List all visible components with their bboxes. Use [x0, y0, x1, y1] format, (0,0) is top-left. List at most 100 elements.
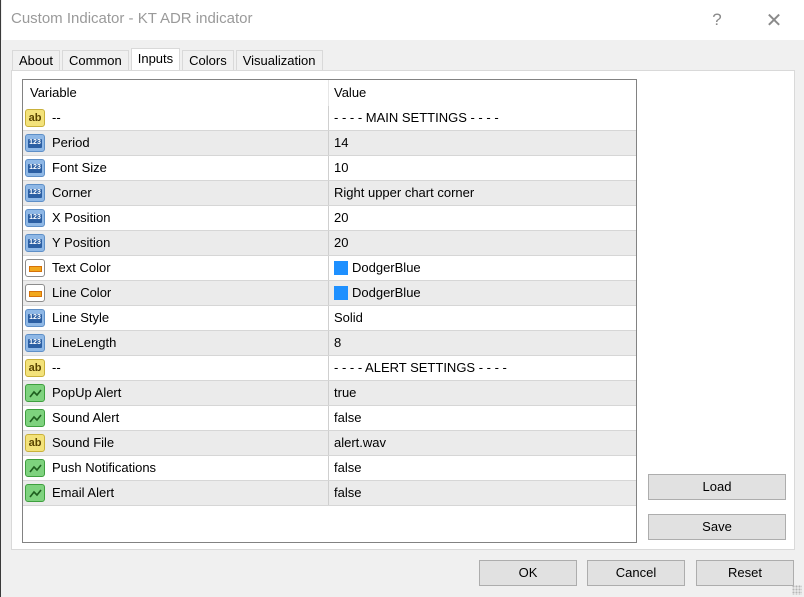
boolean-type-icon [25, 484, 45, 502]
string-type-icon: ab [25, 359, 45, 377]
variable-cell: ab Sound File [23, 431, 329, 455]
value-text: false [334, 410, 362, 425]
table-row[interactable]: Sound Alert false [23, 406, 636, 431]
variable-name: -- [52, 110, 61, 125]
variable-name: Y Position [52, 235, 111, 250]
integer-type-icon: 123 [25, 209, 45, 227]
table-row[interactable]: 123 Corner Right upper chart corner [23, 181, 636, 206]
table-row[interactable]: Email Alert false [23, 481, 636, 506]
value-text: Right upper chart corner [334, 185, 475, 200]
table-row[interactable]: 123 Y Position 20 [23, 231, 636, 256]
value-text: DodgerBlue [352, 285, 421, 300]
value-cell[interactable]: alert.wav [329, 431, 636, 455]
table-row[interactable]: ab Sound File alert.wav [23, 431, 636, 456]
table-row[interactable]: 123 Font Size 10 [23, 156, 636, 181]
table-row[interactable]: 123 X Position 20 [23, 206, 636, 231]
string-type-icon: ab [25, 434, 45, 452]
grid-header: Variable Value [23, 80, 636, 106]
variable-cell: PopUp Alert [23, 381, 329, 405]
value-cell[interactable]: DodgerBlue [329, 256, 636, 280]
value-cell[interactable]: Solid [329, 306, 636, 330]
column-header-variable[interactable]: Variable [23, 80, 329, 106]
integer-type-icon: 123 [25, 134, 45, 152]
value-cell[interactable]: Right upper chart corner [329, 181, 636, 205]
table-row[interactable]: ab -- - - - - ALERT SETTINGS - - - - [23, 356, 636, 381]
help-icon: ? [712, 10, 722, 29]
save-button[interactable]: Save [648, 514, 786, 540]
variable-name: Period [52, 135, 90, 150]
value-text: true [334, 385, 357, 400]
value-cell[interactable]: 8 [329, 331, 636, 355]
value-cell[interactable]: false [329, 481, 636, 505]
value-cell[interactable]: DodgerBlue [329, 281, 636, 305]
tab-common[interactable]: Common [61, 50, 129, 71]
value-text: false [334, 460, 362, 475]
variable-name: Email Alert [52, 485, 115, 500]
variable-cell: Email Alert [23, 481, 329, 505]
table-row[interactable]: Line Color DodgerBlue [23, 281, 636, 306]
boolean-type-icon [25, 409, 45, 427]
integer-type-icon: 123 [25, 309, 45, 327]
boolean-type-icon [25, 384, 45, 402]
table-row[interactable]: Text Color DodgerBlue [23, 256, 636, 281]
variable-name: X Position [52, 210, 111, 225]
value-cell[interactable]: 10 [329, 156, 636, 180]
resize-grip[interactable] [792, 585, 802, 595]
variable-cell: 123 Y Position [23, 231, 329, 255]
value-cell[interactable]: false [329, 456, 636, 480]
variable-name: -- [52, 360, 61, 375]
cancel-button[interactable]: Cancel [587, 560, 685, 586]
grid-rows: ab -- - - - - MAIN SETTINGS - - - - 123 Peri… [23, 106, 636, 506]
value-cell[interactable]: 14 [329, 131, 636, 155]
value-text: 10 [334, 160, 349, 175]
tab-visualization[interactable]: Visualization [235, 50, 323, 71]
value-text: false [334, 485, 362, 500]
close-button[interactable]: ✕ [754, 6, 794, 34]
value-cell[interactable]: 20 [329, 206, 636, 230]
color-swatch [334, 261, 348, 275]
integer-type-icon: 123 [25, 159, 45, 177]
tab-colors[interactable]: Colors [182, 50, 234, 71]
title-bar: Custom Indicator - KT ADR indicator ? ✕ [2, 0, 804, 40]
variable-cell: 123 LineLength [23, 331, 329, 355]
value-cell[interactable]: - - - - ALERT SETTINGS - - - - [329, 356, 636, 380]
value-text: Solid [334, 310, 363, 325]
value-cell[interactable]: true [329, 381, 636, 405]
integer-type-icon: 123 [25, 234, 45, 252]
load-button[interactable]: Load [648, 474, 786, 500]
value-cell[interactable]: 20 [329, 231, 636, 255]
column-header-value[interactable]: Value [329, 80, 636, 106]
variable-cell: Text Color [23, 256, 329, 280]
color-type-icon [25, 259, 45, 277]
value-cell[interactable]: false [329, 406, 636, 430]
table-row[interactable]: ab -- - - - - MAIN SETTINGS - - - - [23, 106, 636, 131]
help-button[interactable]: ? [697, 6, 737, 34]
value-text: 20 [334, 235, 349, 250]
variable-cell: 123 Corner [23, 181, 329, 205]
variable-name: LineLength [52, 335, 117, 350]
value-text: DodgerBlue [352, 260, 421, 275]
custom-indicator-dialog: Custom Indicator - KT ADR indicator ? ✕ … [0, 0, 804, 597]
variable-name: Sound File [52, 435, 115, 450]
table-row[interactable]: Push Notifications false [23, 456, 636, 481]
variable-cell: ab -- [23, 356, 329, 380]
value-cell[interactable]: - - - - MAIN SETTINGS - - - - [329, 106, 636, 130]
table-row[interactable]: 123 LineLength 8 [23, 331, 636, 356]
variable-name: Font Size [52, 160, 107, 175]
table-row[interactable]: 123 Period 14 [23, 131, 636, 156]
variable-cell: Push Notifications [23, 456, 329, 480]
integer-type-icon: 123 [25, 184, 45, 202]
variable-name: Text Color [52, 260, 111, 275]
tab-about[interactable]: About [12, 50, 60, 71]
variable-name: Line Style [52, 310, 110, 325]
tab-inputs[interactable]: Inputs [130, 48, 181, 71]
reset-button[interactable]: Reset [696, 560, 794, 586]
ok-button[interactable]: OK [479, 560, 577, 586]
value-text: - - - - ALERT SETTINGS - - - - [334, 360, 507, 375]
table-row[interactable]: 123 Line Style Solid [23, 306, 636, 331]
variable-cell: 123 Period [23, 131, 329, 155]
color-type-icon [25, 284, 45, 302]
string-type-icon: ab [25, 109, 45, 127]
variable-cell: ab -- [23, 106, 329, 130]
table-row[interactable]: PopUp Alert true [23, 381, 636, 406]
